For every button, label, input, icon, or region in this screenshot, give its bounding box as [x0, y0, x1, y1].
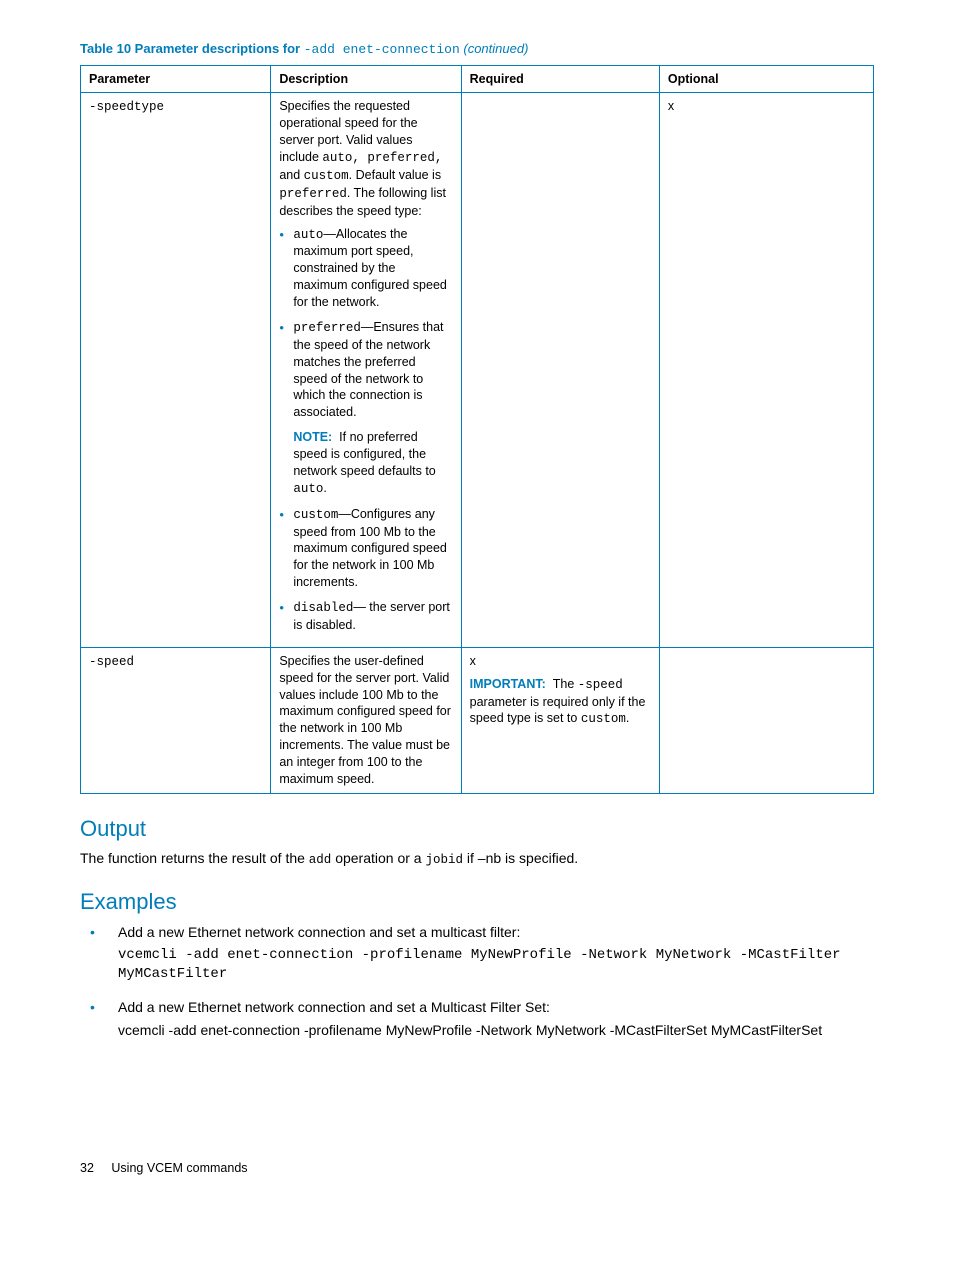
parameter-table: Parameter Description Required Optional …	[80, 65, 874, 794]
param-description: Specifies the requested operational spee…	[271, 93, 461, 647]
list-item: auto—Allocates the maximum port speed, c…	[279, 226, 452, 311]
caption-prefix: Table 10 Parameter descriptions for	[80, 41, 304, 56]
table-caption: Table 10 Parameter descriptions for -add…	[80, 40, 874, 59]
list-item: Add a new Ethernet network connection an…	[80, 923, 874, 984]
list-item: disabled— the server port is disabled.	[279, 599, 452, 634]
required-x: x	[470, 653, 651, 670]
example-code-plain: vcemcli -add enet-connection -profilenam…	[118, 1021, 874, 1040]
desc-text: . Default value is	[349, 168, 441, 182]
col-parameter: Parameter	[81, 65, 271, 93]
col-optional: Optional	[659, 65, 873, 93]
table-row: -speedtype Specifies the requested opera…	[81, 93, 874, 647]
out-text: if	[463, 850, 478, 866]
col-required: Required	[461, 65, 659, 93]
important-label: IMPORTANT:	[470, 677, 546, 691]
out-text: operation or a	[331, 850, 425, 866]
note-text: .	[323, 481, 326, 495]
table-header-row: Parameter Description Required Optional	[81, 65, 874, 93]
caption-suffix: (continued)	[460, 41, 529, 56]
col-description: Description	[271, 65, 461, 93]
list-item: Add a new Ethernet network connection an…	[80, 998, 874, 1040]
examples-list: Add a new Ethernet network connection an…	[80, 923, 874, 1039]
list-item: custom—Configures any speed from 100 Mb …	[279, 506, 452, 591]
note-block: NOTE: If no preferred speed is configure…	[293, 429, 452, 498]
caption-code: -add enet-connection	[304, 42, 460, 57]
li-code: custom	[293, 508, 338, 522]
example-code: vcemcli -add enet-connection -profilenam…	[118, 946, 874, 984]
out-code: add	[309, 853, 332, 867]
note-code: auto	[293, 482, 323, 496]
li-code: disabled	[293, 601, 353, 615]
imp-code: custom	[581, 712, 626, 726]
imp-code: -speed	[578, 678, 623, 692]
out-code: jobid	[425, 853, 463, 867]
li-code: preferred	[293, 321, 361, 335]
optional-cell	[659, 647, 873, 793]
table-row: -speed Specifies the user-defined speed …	[81, 647, 874, 793]
imp-text: The	[553, 677, 578, 691]
footer-section: Using VCEM commands	[111, 1161, 247, 1175]
li-code: auto	[293, 228, 323, 242]
out-code: –nb	[478, 850, 501, 866]
page-footer: 32 Using VCEM commands	[80, 1160, 874, 1177]
example-text: Add a new Ethernet network connection an…	[118, 924, 520, 940]
list-item: preferred—Ensures that the speed of the …	[279, 319, 452, 498]
output-paragraph: The function returns the result of the a…	[80, 849, 874, 869]
required-cell: x IMPORTANT: The -speed parameter is req…	[461, 647, 659, 793]
output-heading: Output	[80, 814, 874, 844]
optional-cell: x	[659, 93, 873, 647]
important-block: IMPORTANT: The -speed parameter is requi…	[470, 676, 651, 729]
required-cell	[461, 93, 659, 647]
desc-code: preferred	[279, 187, 347, 201]
page-number: 32	[80, 1161, 94, 1175]
example-text: Add a new Ethernet network connection an…	[118, 999, 550, 1015]
param-name: -speedtype	[81, 93, 271, 647]
desc-code: custom	[304, 169, 349, 183]
out-text: The function returns the result of the	[80, 850, 309, 866]
note-label: NOTE:	[293, 430, 332, 444]
param-code: -speed	[89, 655, 134, 669]
desc-code: auto, preferred,	[322, 151, 442, 165]
imp-text: .	[626, 711, 629, 725]
desc-text: and	[279, 168, 303, 182]
param-name: -speed	[81, 647, 271, 793]
param-code: -speedtype	[89, 100, 164, 114]
out-text: is specified.	[501, 850, 578, 866]
examples-heading: Examples	[80, 887, 874, 917]
param-description: Specifies the user-defined speed for the…	[271, 647, 461, 793]
desc-bullet-list: auto—Allocates the maximum port speed, c…	[279, 226, 452, 634]
